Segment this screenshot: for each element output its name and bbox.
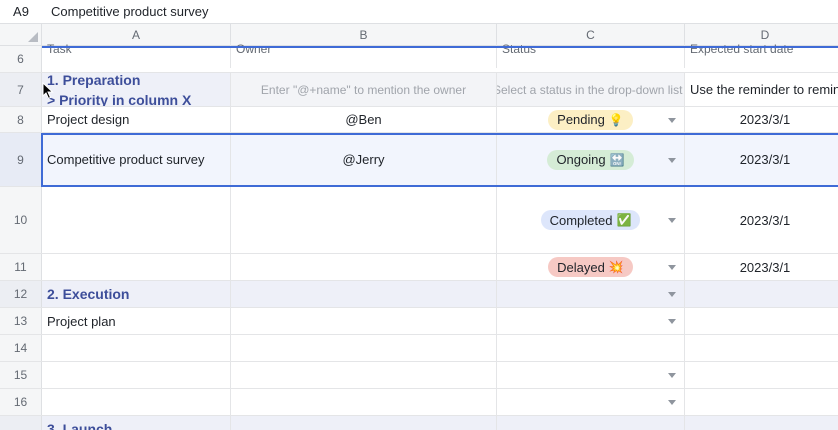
row-number[interactable]: 15: [0, 362, 42, 388]
chevron-down-icon[interactable]: [668, 319, 676, 324]
chevron-down-icon[interactable]: [668, 265, 676, 270]
cell-task[interactable]: Competitive product survey: [42, 133, 231, 186]
cell-status[interactable]: Completed ✅: [497, 187, 685, 253]
chevron-down-icon[interactable]: [668, 117, 676, 123]
cell-owner[interactable]: [231, 389, 497, 415]
select-all-corner[interactable]: [0, 24, 42, 46]
cell-status[interactable]: Ongoing 🔛: [497, 133, 685, 186]
row-number[interactable]: [0, 416, 42, 430]
row-number[interactable]: 16: [0, 389, 42, 415]
row-number[interactable]: 10: [0, 187, 42, 253]
cell-status[interactable]: Pending 💡: [497, 107, 685, 132]
cell-start-date[interactable]: [685, 416, 838, 430]
chevron-down-icon[interactable]: [668, 157, 676, 163]
row-number[interactable]: 7: [0, 73, 42, 106]
formula-bar: A9 Competitive product survey: [0, 0, 838, 24]
cell-owner-placeholder[interactable]: Enter "@+name" to mention the owner: [231, 73, 497, 106]
table-row: 9 Competitive product survey @Jerry Ongo…: [0, 133, 838, 187]
cell-status[interactable]: [497, 335, 685, 361]
row-number[interactable]: 13: [0, 308, 42, 334]
check-mark-icon: ✅: [616, 213, 632, 227]
cell-owner[interactable]: [231, 187, 497, 253]
table-row: 10 Completed ✅ 2023/3/1: [0, 187, 838, 254]
cell-reminder[interactable]: Use the reminder to remind: [685, 73, 838, 106]
cell-section-title[interactable]: 2. Execution: [42, 281, 231, 307]
cell-task[interactable]: [42, 335, 231, 361]
cell-task[interactable]: [42, 389, 231, 415]
cell-owner[interactable]: [231, 308, 497, 334]
lightbulb-icon: 💡: [608, 112, 624, 127]
cell-reference[interactable]: A9: [0, 4, 42, 19]
chevron-down-icon[interactable]: [668, 400, 676, 405]
cell-owner[interactable]: [231, 335, 497, 361]
row-number[interactable]: 8: [0, 107, 42, 132]
row-number[interactable]: 9: [0, 133, 42, 186]
status-badge: Pending 💡: [548, 109, 633, 130]
cell-status-placeholder[interactable]: Select a status in the drop-down list: [497, 73, 685, 106]
status-badge: Ongoing 🔛: [547, 149, 634, 170]
cell-task[interactable]: [42, 187, 231, 253]
frozen-divider: [42, 46, 838, 48]
cell-owner[interactable]: @Jerry: [231, 133, 497, 186]
cell-section-title[interactable]: 1. Preparation > Priority in column X: [42, 73, 231, 106]
cell-status[interactable]: [497, 308, 685, 334]
cell-start-date[interactable]: 2023/3/1: [685, 254, 838, 280]
table-row: 8 Project design @Ben Pending 💡 2023/3/1: [0, 107, 838, 133]
table-row: 3. Launch: [0, 416, 838, 430]
cell-start-date[interactable]: [685, 281, 838, 307]
cell-section-title[interactable]: 3. Launch: [42, 416, 231, 430]
cell-status[interactable]: [497, 416, 685, 430]
table-row: 14: [0, 335, 838, 362]
formula-value[interactable]: Competitive product survey: [42, 4, 209, 19]
cell-task[interactable]: [42, 254, 231, 280]
chevron-down-icon[interactable]: [668, 373, 676, 378]
cell-status[interactable]: [497, 281, 685, 307]
table-row: 12 2. Execution: [0, 281, 838, 308]
row-number[interactable]: 11: [0, 254, 42, 280]
cell-start-date[interactable]: 2023/3/1: [685, 133, 838, 186]
cell-status[interactable]: [497, 362, 685, 388]
mouse-pointer-icon: [42, 82, 54, 100]
on-arrow-icon: 🔛: [609, 152, 625, 167]
table-row: 6 Task Owner Status Expected start date: [0, 42, 838, 73]
cell-start-date[interactable]: [685, 362, 838, 388]
status-badge: Delayed 💥: [548, 257, 633, 277]
status-badge: Completed ✅: [540, 210, 641, 230]
cell-task[interactable]: [42, 362, 231, 388]
cell-status[interactable]: Delayed 💥: [497, 254, 685, 280]
cell-owner[interactable]: [231, 362, 497, 388]
row-number[interactable]: 14: [0, 335, 42, 361]
collision-icon: 💥: [608, 260, 624, 274]
cell-owner[interactable]: @Ben: [231, 107, 497, 132]
cell-start-date[interactable]: [685, 335, 838, 361]
table-row: 16: [0, 389, 838, 416]
cell-owner[interactable]: [231, 254, 497, 280]
row-number[interactable]: 12: [0, 281, 42, 307]
cell-owner[interactable]: [231, 416, 497, 430]
table-row: 11 Delayed 💥 2023/3/1: [0, 254, 838, 281]
cell-start-date[interactable]: 2023/3/1: [685, 107, 838, 132]
table-row: 7 1. Preparation > Priority in column X …: [0, 73, 838, 107]
cell-start-date[interactable]: 2023/3/1: [685, 187, 838, 253]
row-number[interactable]: 6: [0, 46, 42, 72]
cell-status[interactable]: [497, 389, 685, 415]
table-row: 15: [0, 362, 838, 389]
cell-task[interactable]: Project plan: [42, 308, 231, 334]
cell-task[interactable]: Project design: [42, 107, 231, 132]
cell-start-date[interactable]: [685, 389, 838, 415]
cell-start-date[interactable]: [685, 308, 838, 334]
table-row: 13 Project plan: [0, 308, 838, 335]
chevron-down-icon[interactable]: [668, 292, 676, 297]
chevron-down-icon[interactable]: [668, 218, 676, 223]
corner-triangle-icon: [28, 32, 38, 42]
cell-owner[interactable]: [231, 281, 497, 307]
